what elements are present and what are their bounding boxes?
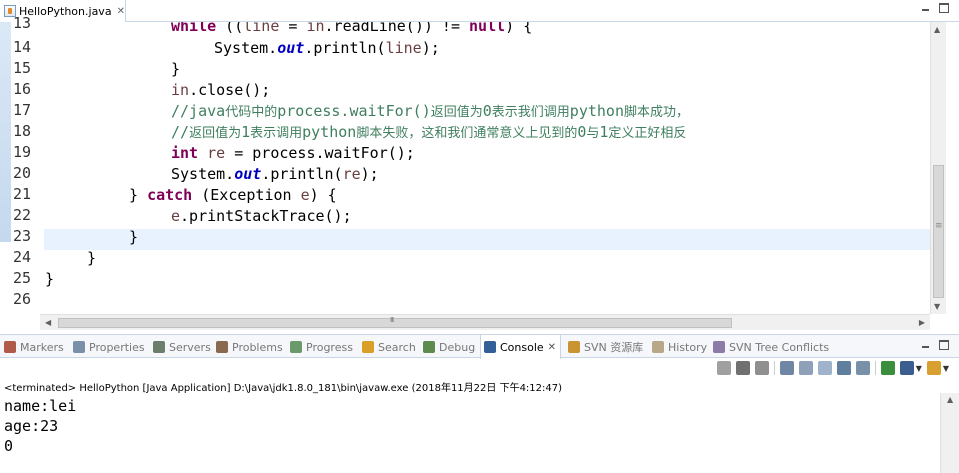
scroll-down-icon[interactable]: ▼ <box>934 302 940 311</box>
console-toolbar: ▼ ▼ <box>716 361 949 375</box>
code-line-14: System.out.println(line); <box>214 39 440 57</box>
display-console-icon[interactable] <box>899 361 914 375</box>
chevron-down-icon[interactable]: ▼ <box>943 364 949 373</box>
line-number: 22 <box>13 206 32 224</box>
close-icon[interactable]: ✕ <box>117 6 125 17</box>
line-number: 16 <box>13 80 32 98</box>
panel-window-controls <box>921 340 949 350</box>
remove-all-icon[interactable] <box>754 361 769 375</box>
progress-icon <box>290 341 302 353</box>
svn-repo-icon <box>568 341 580 353</box>
editor-horizontal-scrollbar[interactable]: ◀ ▶ <box>40 314 930 330</box>
console-output-line: age:23 <box>4 417 59 435</box>
code-area[interactable]: while ((line = in.readLine()) != null) {… <box>44 22 930 314</box>
scroll-up-icon[interactable]: ▲ <box>947 395 953 404</box>
line-number: 26 <box>13 290 32 308</box>
tab-console[interactable]: Console ✕ <box>480 335 562 359</box>
toolbar-divider <box>773 361 775 375</box>
console-output-line: name:lei <box>4 397 77 415</box>
code-line-25: } <box>45 270 55 288</box>
line-number: 19 <box>13 143 32 161</box>
history-icon <box>652 341 664 353</box>
properties-icon <box>73 341 85 353</box>
code-line-13: while ((line = in.readLine()) != null) { <box>171 22 533 35</box>
minimize-icon[interactable] <box>921 3 931 13</box>
maximize-icon[interactable] <box>939 3 949 13</box>
editor-vertical-scroll-thumb[interactable] <box>933 165 944 298</box>
show-on-output-icon[interactable] <box>836 361 851 375</box>
code-line-18: //返回值为1表示调用python脚本失败，这和我们通常意义上见到的0与1定义正… <box>171 123 687 141</box>
tab-svn-repository[interactable]: SVN 资源库 <box>568 335 643 359</box>
console-output[interactable]: name:lei age:23 0 <box>4 396 939 473</box>
close-icon[interactable]: ✕ <box>548 342 556 353</box>
code-line-15: } <box>171 60 181 78</box>
line-number: 17 <box>13 101 32 119</box>
search-icon <box>362 341 374 353</box>
code-line-23: } <box>129 228 139 246</box>
line-number: 15 <box>13 59 32 77</box>
tab-markers[interactable]: Markers <box>4 335 64 359</box>
tab-history[interactable]: History <box>652 335 707 359</box>
scroll-up-icon[interactable]: ▲ <box>934 25 940 34</box>
editor-tab-bar: HelloPython.java ✕ <box>0 0 959 22</box>
code-line-21: } catch (Exception e) { <box>129 186 337 204</box>
editor-horizontal-scroll-thumb[interactable] <box>58 316 732 328</box>
terminate-icon[interactable] <box>716 361 731 375</box>
java-editor: HelloPython.java ✕ 13 14 15 16 17 18 19 … <box>0 0 959 330</box>
change-indicator-bar <box>0 22 11 242</box>
svn-conflicts-icon <box>713 341 725 353</box>
line-number: 14 <box>13 38 32 56</box>
editor-vertical-scrollbar[interactable]: ▲ ▼ <box>930 22 946 314</box>
scroll-left-icon[interactable]: ◀ <box>45 318 51 327</box>
code-line-20: System.out.println(re); <box>171 165 379 183</box>
maximize-icon[interactable] <box>939 340 949 350</box>
editor-window-controls <box>921 3 949 13</box>
tab-debug[interactable]: Debug <box>423 335 475 359</box>
open-console-icon[interactable] <box>926 361 941 375</box>
word-wrap-icon[interactable] <box>817 361 832 375</box>
tab-search[interactable]: Search <box>362 335 416 359</box>
minimize-icon[interactable] <box>921 340 931 350</box>
pin-console-icon[interactable] <box>880 361 895 375</box>
code-line-19: int re = process.waitFor(); <box>171 144 415 162</box>
tab-progress[interactable]: Progress <box>290 335 353 359</box>
code-line-22: e.printStackTrace(); <box>171 207 352 225</box>
panel-tab-bar: Markers Properties Servers Problems Prog… <box>0 334 959 359</box>
line-number: 13 <box>13 14 32 32</box>
line-number: 25 <box>13 269 32 287</box>
line-number: 24 <box>13 248 32 266</box>
debug-icon <box>423 341 435 353</box>
console-process-description: <terminated> HelloPython [Java Applicati… <box>4 383 563 394</box>
toolbar-divider <box>874 361 876 375</box>
scroll-lock-icon[interactable] <box>798 361 813 375</box>
tab-problems[interactable]: Problems <box>216 335 283 359</box>
line-number: 20 <box>13 164 32 182</box>
code-line-16: in.close(); <box>171 81 271 99</box>
tab-svn-tree-conflicts[interactable]: SVN Tree Conflicts <box>713 335 829 359</box>
markers-icon <box>4 341 16 353</box>
code-line-17: //java代码中的process.waitFor()返回值为0表示我们调用py… <box>171 102 689 120</box>
scroll-right-icon[interactable]: ▶ <box>919 318 925 327</box>
tab-servers[interactable]: Servers <box>153 335 211 359</box>
overview-ruler <box>946 22 959 314</box>
bottom-panel: Markers Properties Servers Problems Prog… <box>0 334 959 473</box>
console-vertical-scrollbar[interactable]: ▲ <box>940 393 959 473</box>
tab-properties[interactable]: Properties <box>73 335 145 359</box>
line-number: 23 <box>13 227 32 245</box>
servers-icon <box>153 341 165 353</box>
show-on-error-icon[interactable] <box>855 361 870 375</box>
problems-icon <box>216 341 228 353</box>
clear-console-icon[interactable] <box>779 361 794 375</box>
console-output-line: 0 <box>4 437 14 455</box>
line-number: 18 <box>13 122 32 140</box>
line-number: 21 <box>13 185 32 203</box>
chevron-down-icon[interactable]: ▼ <box>916 364 922 373</box>
remove-launch-icon[interactable] <box>735 361 750 375</box>
code-line-24: } <box>87 249 97 267</box>
console-icon <box>484 341 496 353</box>
